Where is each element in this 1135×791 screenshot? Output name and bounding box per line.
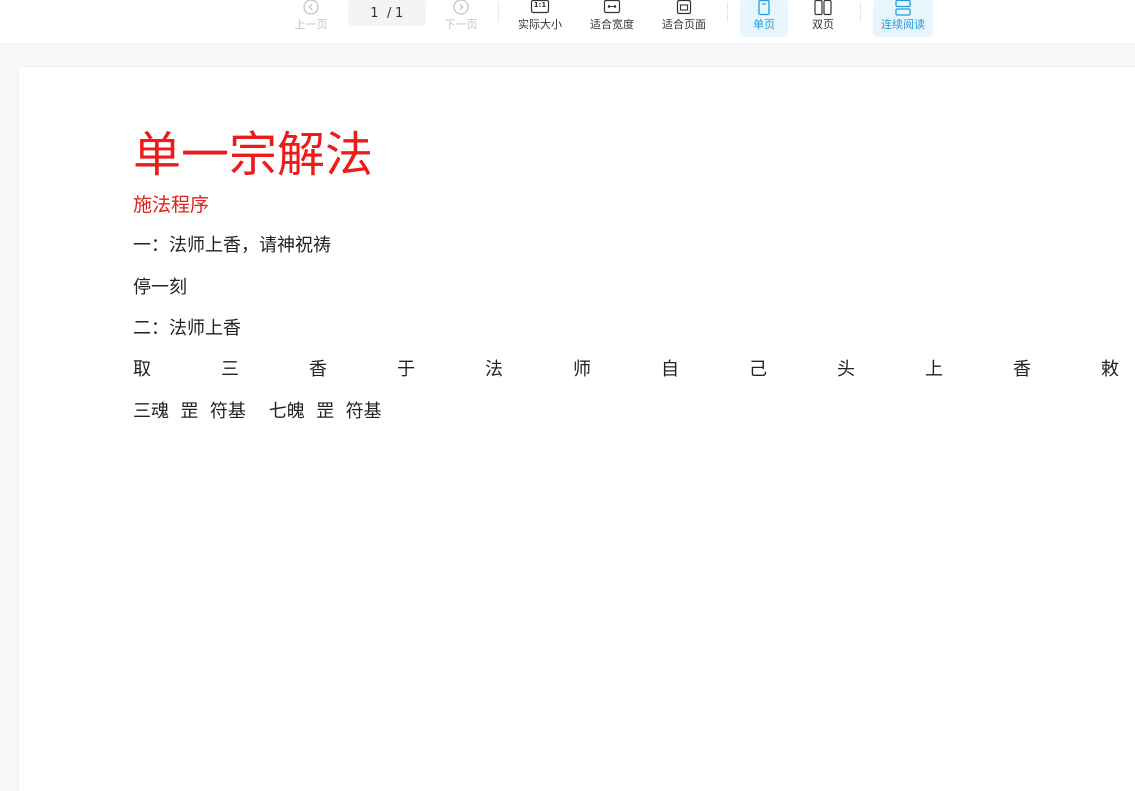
single-page-icon [756,0,772,18]
document-line: 一：法师上香，请神祝祷 [133,235,331,256]
double-page-icon [813,0,833,18]
fit-page-label: 适合页面 [662,18,706,31]
text-char: 法 [485,359,503,380]
text-char: 上 [925,359,943,380]
next-page-label: 下一页 [444,18,478,31]
page-separator: / [387,5,392,21]
text-char: 取 [133,359,151,380]
actual-size-button[interactable]: 1:1 实际大小 [514,0,566,37]
continuous-reading-icon [894,0,912,18]
prev-page-label: 上一页 [294,18,328,31]
toolbar-divider [727,2,728,22]
prev-page-button[interactable]: 上一页 [290,0,332,37]
fit-page-icon [674,0,694,18]
page-total: 1 [394,5,404,21]
text-char: 香 [1013,359,1031,380]
double-page-label: 双页 [812,18,834,31]
text-char: 于 [397,359,415,380]
text-char: 自 [661,359,679,380]
justified-text-line: 取 三 香 于 法 师 自 己 头 上 香 敕 [133,357,1119,383]
continuous-reading-label: 连续阅读 [881,18,925,31]
text-char: 师 [573,359,591,380]
double-page-button[interactable]: 双页 [801,0,845,37]
fit-page-button[interactable]: 适合页面 [658,0,710,37]
actual-size-label: 实际大小 [518,18,562,31]
fit-width-label: 适合宽度 [590,18,634,31]
next-page-button[interactable]: 下一页 [440,0,482,37]
fit-width-button[interactable]: 适合宽度 [586,0,638,37]
page-current[interactable]: 1 [370,6,379,21]
document-line: 三魂 罡 符基 七魄 罡 符基 [133,401,382,422]
document-title: 单一宗解法 [133,127,374,183]
document-line: 二：法师上香 [133,318,241,339]
text-char: 三 [221,359,239,380]
document-subtitle: 施法程序 [133,194,210,216]
text-char: 香 [309,359,327,380]
document-line: 停一刻 [133,277,187,298]
document-page: 单一宗解法 施法程序 一：法师上香，请神祝祷 停一刻 二：法师上香 取 三 香 … [19,67,1135,791]
text-char: 头 [837,359,855,380]
single-page-button[interactable]: 单页 [740,0,788,37]
toolbar-divider [860,2,861,22]
text-char: 敕 [1101,359,1119,380]
single-page-label: 单页 [753,18,775,31]
continuous-reading-button[interactable]: 连续阅读 [873,0,933,37]
actual-size-icon-text: 1:1 [533,1,547,9]
actual-size-icon: 1:1 [530,0,550,18]
toolbar-divider [498,2,499,22]
viewer-toolbar: 上一页 1 / 1 下一页 1:1 实际大小 适合宽度 适合页面 单页 双页 连… [0,0,1135,43]
chevron-right-circle-icon [452,0,470,18]
text-char: 己 [749,359,767,380]
chevron-left-circle-icon [302,0,320,18]
page-indicator[interactable]: 1 / 1 [348,0,426,26]
fit-width-icon [602,0,622,18]
